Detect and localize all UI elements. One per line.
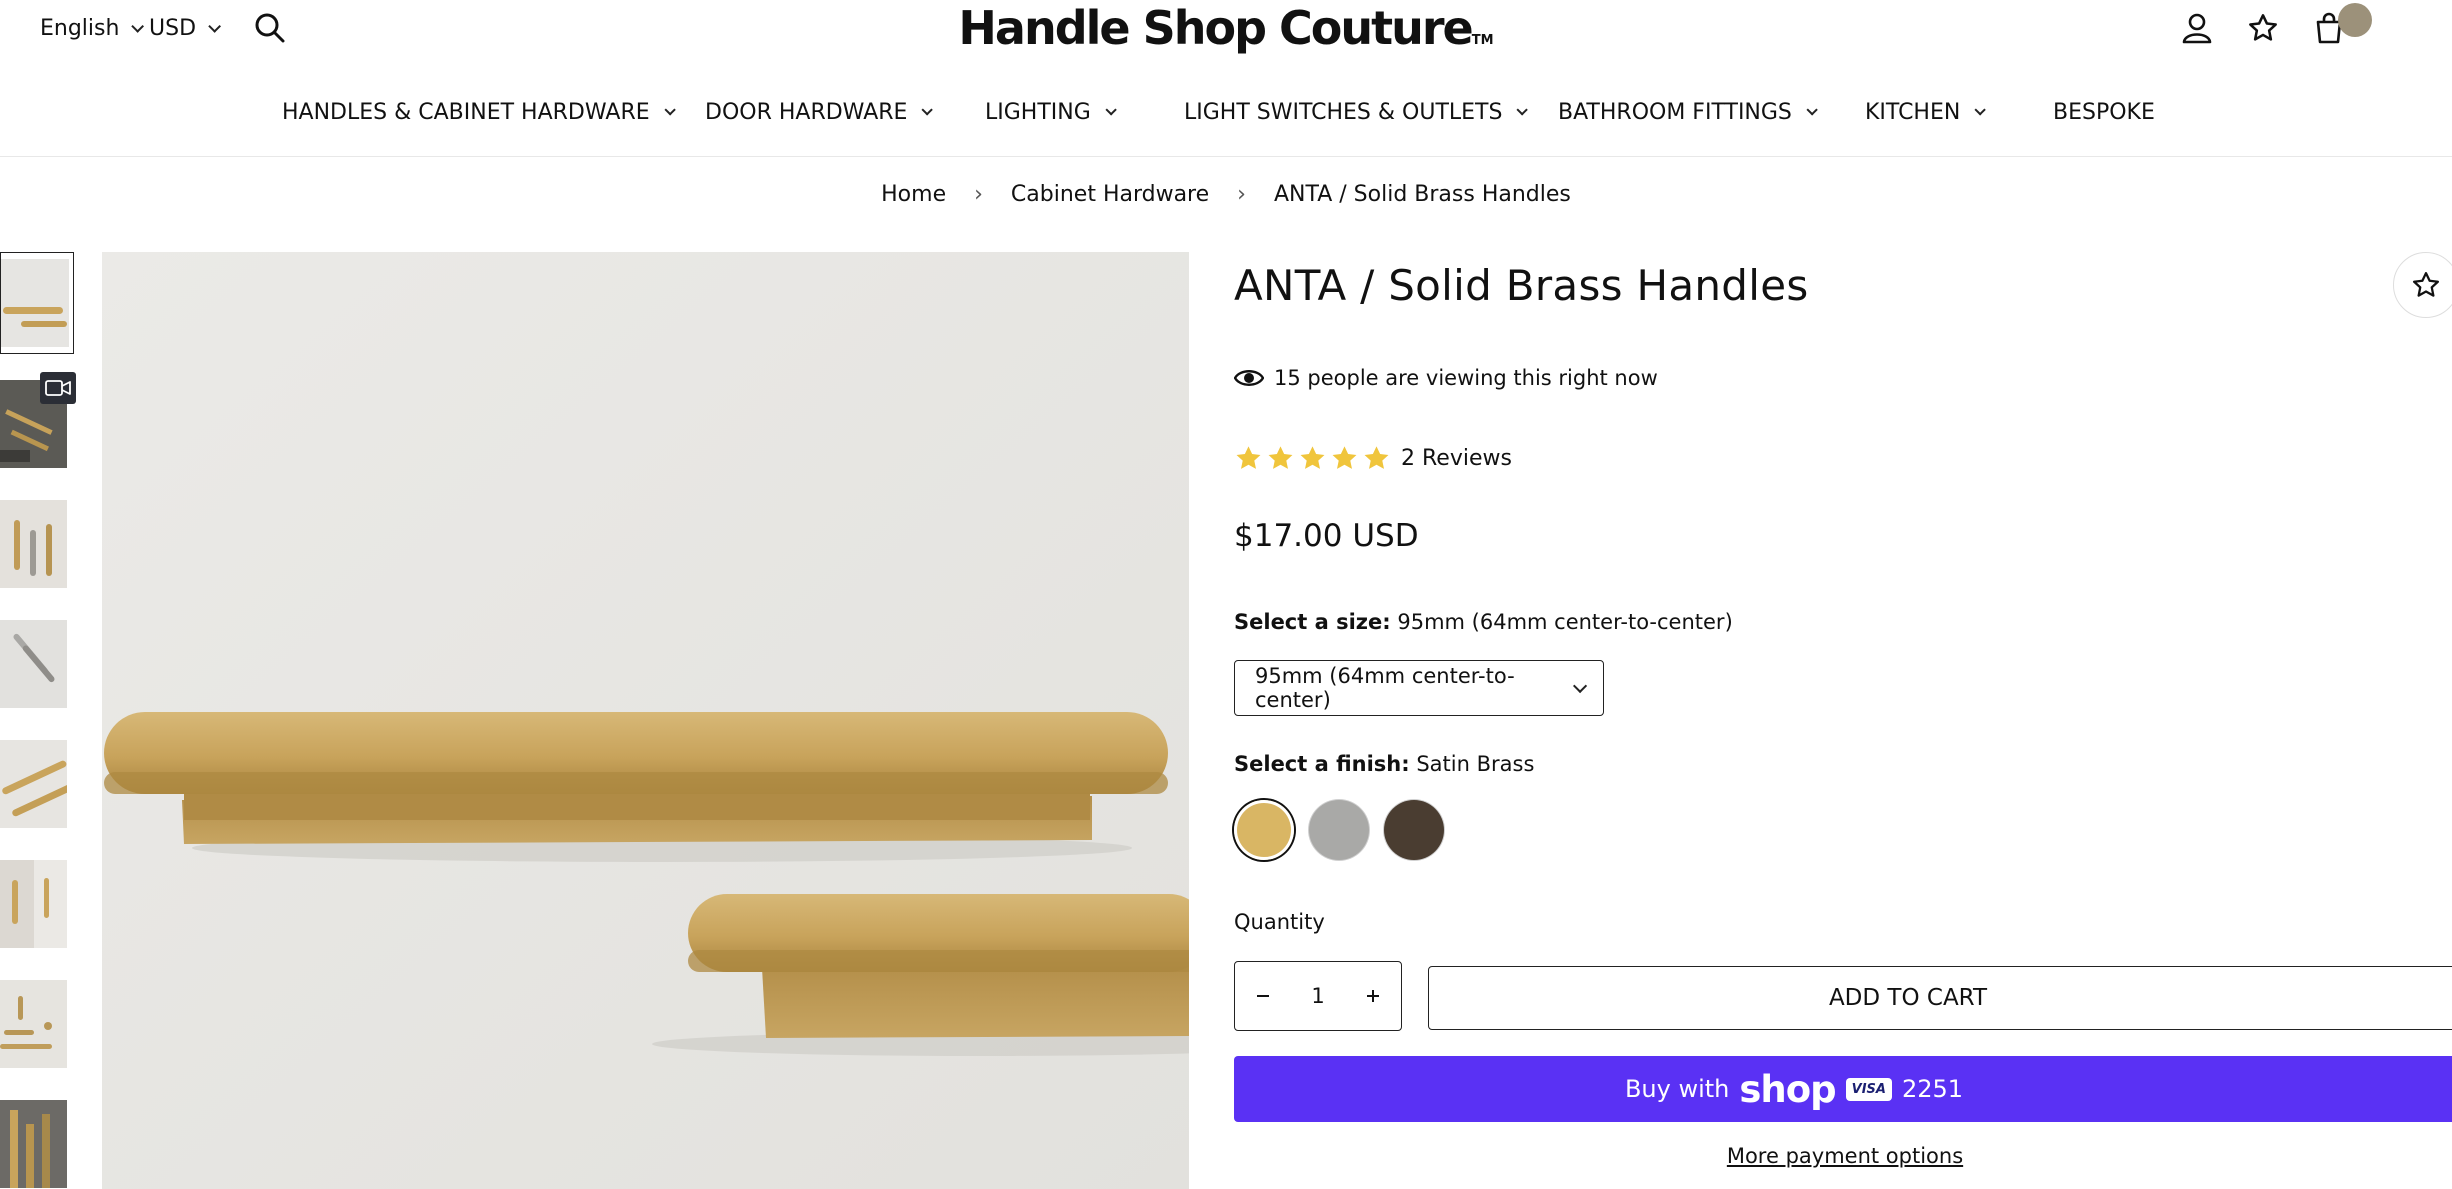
nav-item-handles[interactable]: HANDLES & CABINET HARDWARE [282,92,676,132]
star-icon [1300,445,1325,469]
thumbnail-7[interactable] [0,980,67,1068]
thumbnail-4[interactable] [0,620,67,708]
finish-swatch-3[interactable] [1384,800,1444,860]
video-icon [40,372,76,404]
nav-item-door-hardware[interactable]: DOOR HARDWARE [705,92,934,132]
nav-item-bespoke[interactable]: BESPOKE [2053,92,2155,132]
size-select-value: 95mm (64mm center-to-center) [1255,664,1515,712]
thumbnail-1[interactable] [0,252,74,354]
size-label: Select a size: [1234,610,1391,634]
breadcrumb-cabinet-hardware[interactable]: Cabinet Hardware [1011,182,1209,207]
nav-item-label: BATHROOM FITTINGS [1558,99,1792,125]
quantity-stepper: 1 [1234,961,1402,1031]
nav-item-label: HANDLES & CABINET HARDWARE [282,99,650,125]
chevron-right-icon: › [974,181,983,207]
breadcrumb-current: ANTA / Solid Brass Handles [1273,181,1571,207]
finish-swatch-satin-brass[interactable] [1234,800,1294,860]
size-select[interactable]: 95mm (64mm center-to-center) [1234,660,1604,716]
card-last4: 2251 [1901,1075,1964,1103]
quantity-decrease-button[interactable] [1235,962,1291,1030]
wishlist-icon[interactable] [2243,8,2283,48]
star-icon [1268,445,1293,469]
finish-value: Satin Brass [1416,752,1535,776]
product-price: $17.00 USD [1234,518,1419,554]
logo-trademark: TM [1471,33,1494,48]
star-icon [1236,445,1261,469]
nav-item-lighting[interactable]: LIGHTING [985,92,1117,132]
cart-count-badge [2338,3,2372,37]
thumbnail-3[interactable] [0,500,67,588]
thumbnail-6[interactable] [0,860,67,948]
nav-item-label: LIGHT SWITCHES & OUTLETS [1184,99,1503,125]
account-icon[interactable] [2177,8,2217,48]
product-title: ANTA / Solid Brass Handles [1234,261,1809,310]
star-icon [1364,445,1389,469]
visa-card-icon: VISA [1845,1077,1892,1101]
size-label-row: Select a size: 95mm (64mm center-to-cent… [1234,610,1733,634]
plus-icon [1367,990,1379,1002]
nav-item-bathroom-fittings[interactable]: BATHROOM FITTINGS [1558,92,1818,132]
nav-item-light-switches[interactable]: LIGHT SWITCHES & OUTLETS [1184,92,1529,132]
buy-with-shop-pay-button[interactable]: Buy with shop VISA 2251 [1234,1056,2452,1122]
eye-icon [1234,370,1264,386]
breadcrumb: Home › Cabinet Hardware › ANTA / Solid B… [0,176,2452,212]
chevron-down-icon [1573,678,1588,693]
size-value: 95mm (64mm center-to-center) [1397,610,1733,634]
minus-icon [1257,995,1269,997]
nav-item-label: BESPOKE [2053,99,2155,125]
rating-stars [1234,444,1391,473]
buy-with-label: Buy with [1624,1075,1730,1103]
shop-pay-logo: shop [1739,1067,1836,1111]
chevron-down-icon [664,104,676,116]
quantity-label: Quantity [1234,910,1325,934]
nav-item-label: KITCHEN [1865,99,1961,125]
logo-text: Handle Shop Couture [958,1,1473,55]
chevron-down-icon [1105,104,1117,116]
live-viewers: 15 people are viewing this right now [1234,362,1658,394]
finish-label: Select a finish: [1234,752,1410,776]
chevron-down-icon [1974,104,1987,116]
quantity-input[interactable]: 1 [1311,984,1324,1008]
product-rating[interactable]: 2 Reviews [1234,438,1512,478]
finish-label-row: Select a finish: Satin Brass [1234,752,1534,776]
add-to-cart-button[interactable]: ADD TO CART [1428,966,2452,1030]
star-icon [2413,272,2439,297]
breadcrumb-home[interactable]: Home [881,182,946,207]
site-logo[interactable]: Handle Shop CoutureTM [0,0,2452,69]
star-icon [1332,445,1357,469]
product-main-image[interactable] [102,252,1189,1189]
nav-item-label: LIGHTING [985,99,1091,125]
thumbnail-5[interactable] [0,740,67,828]
chevron-down-icon [921,104,934,116]
chevron-down-icon [1516,104,1529,116]
chevron-down-icon [1806,104,1818,116]
main-navigation: HANDLES & CABINET HARDWARE DOOR HARDWARE… [0,92,2452,132]
viewers-text: 15 people are viewing this right now [1274,366,1658,390]
finish-swatch-2[interactable] [1309,800,1369,860]
chevron-right-icon: › [1237,181,1246,207]
wishlist-star-button[interactable] [2393,252,2452,318]
quantity-increase-button[interactable] [1345,962,1401,1030]
more-payment-options-link[interactable]: More payment options [1234,1144,2452,1168]
nav-item-label: DOOR HARDWARE [705,99,908,125]
nav-item-kitchen[interactable]: KITCHEN [1865,92,1987,132]
thumbnail-8[interactable] [0,1100,67,1188]
reviews-link[interactable]: 2 Reviews [1401,446,1512,471]
